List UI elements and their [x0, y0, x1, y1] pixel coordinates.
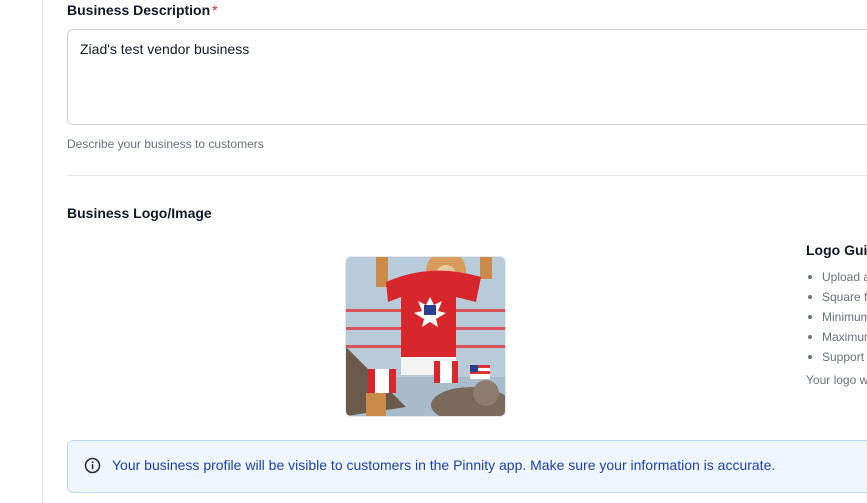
required-marker: *: [212, 2, 218, 18]
business-description-label: Business Description *: [67, 2, 218, 18]
logo-guideline-item: Minimum: [806, 308, 867, 328]
info-alert: Your business profile will be visible to…: [67, 440, 867, 493]
business-description-label-text: Business Description: [67, 2, 211, 18]
business-logo-image[interactable]: [345, 256, 506, 417]
info-icon: [84, 457, 101, 474]
left-sidebar-edge: [0, 0, 43, 503]
logo-guideline-item: Upload a: [806, 268, 867, 288]
logo-guidelines-note: Your logo w: [806, 373, 867, 387]
logo-guidelines-title: Logo Guid: [806, 242, 867, 258]
logo-guideline-item: Square f: [806, 288, 867, 308]
business-logo-label: Business Logo/Image: [67, 205, 212, 221]
business-description-textarea[interactable]: Ziad's test vendor business: [67, 29, 867, 125]
logo-guideline-item: Support: [806, 348, 867, 368]
logo-guideline-item: Maximum: [806, 328, 867, 348]
info-alert-text: Your business profile will be visible to…: [112, 457, 776, 473]
business-description-help: Describe your business to customers: [67, 137, 264, 151]
logo-guidelines-list: Upload a Square f Minimum Maximum Suppor…: [806, 268, 867, 368]
section-divider: [67, 175, 867, 176]
logo-illustration: [346, 257, 505, 416]
business-description-value: Ziad's test vendor business: [80, 41, 250, 57]
